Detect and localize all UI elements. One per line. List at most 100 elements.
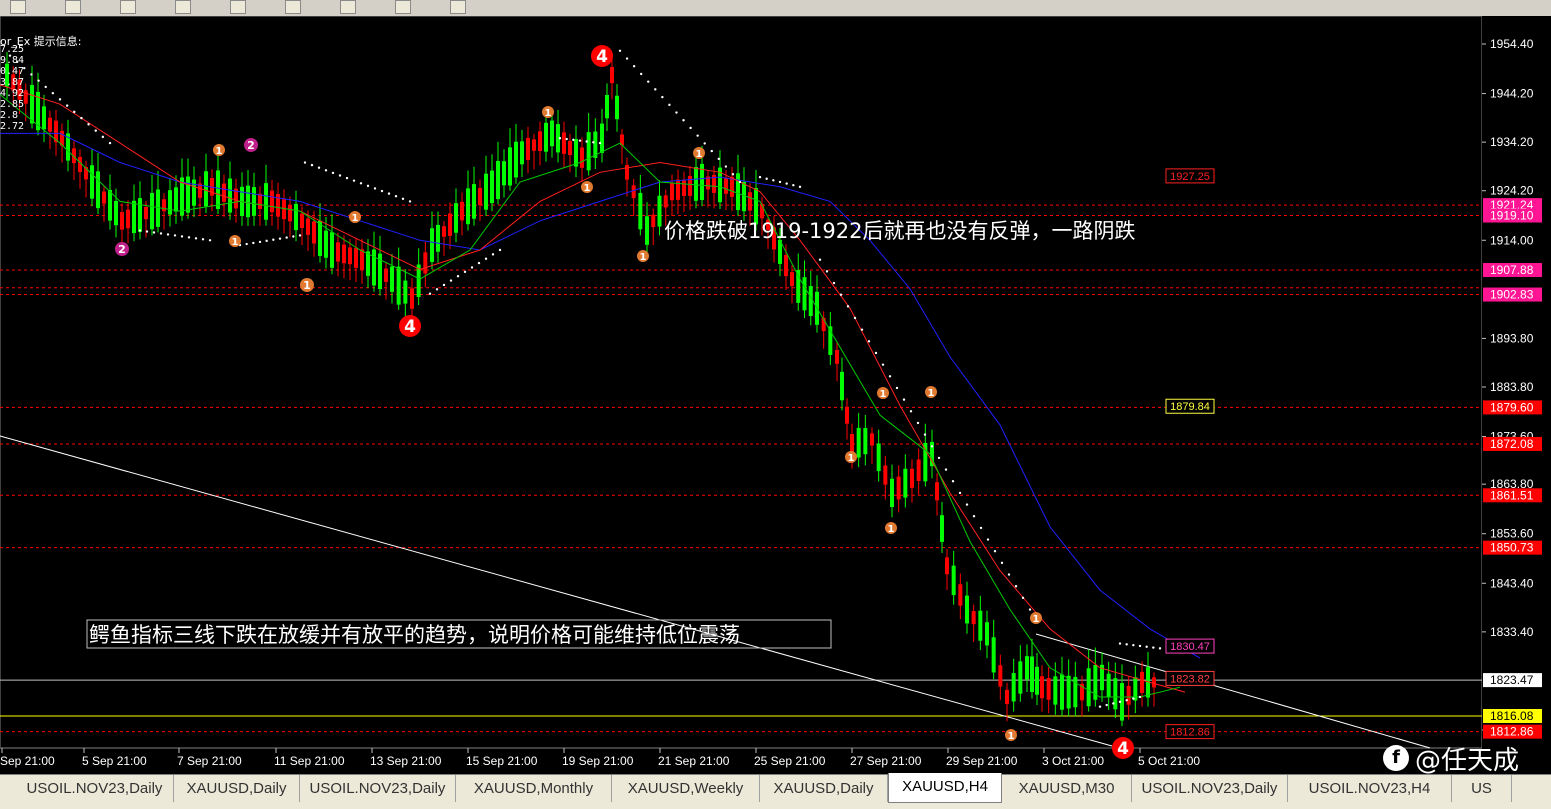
candle-body xyxy=(114,200,118,226)
sar-dot xyxy=(923,433,927,436)
chart-tab[interactable]: XAUUSD,H4 xyxy=(888,773,1002,803)
sar-dot xyxy=(303,161,307,164)
sar-dot xyxy=(201,238,205,241)
candle-body xyxy=(998,665,1003,687)
candle-body xyxy=(562,132,566,154)
price-chart[interactable]: 4 4 4 2 2 1 1 1 1 1 1 1 1 1 1 1 1 1 1 价格跌破1919-1922后就再也没有反弹… xyxy=(0,16,1551,774)
candle-body xyxy=(748,192,752,211)
price-tick: 1883.80 xyxy=(1490,380,1534,394)
period-icon[interactable] xyxy=(230,0,246,14)
sar-dot xyxy=(208,239,212,242)
chart-icon[interactable] xyxy=(10,0,26,14)
grid-icon[interactable] xyxy=(175,0,191,14)
candle-body xyxy=(958,584,963,606)
sar-dot xyxy=(387,192,391,195)
wave-marker-label: 4 xyxy=(404,317,416,337)
sar-dot xyxy=(449,279,453,282)
sar-dot xyxy=(30,73,33,76)
candle-body xyxy=(403,280,408,304)
line-icon[interactable] xyxy=(450,0,466,14)
sar-dot xyxy=(166,233,170,236)
candle-body xyxy=(808,286,813,317)
svg-text:1: 1 xyxy=(640,252,647,263)
candle-body xyxy=(502,161,506,186)
svg-text:1927.25: 1927.25 xyxy=(1170,171,1210,183)
toolbar xyxy=(0,0,1551,17)
zoom-in-icon[interactable] xyxy=(65,0,81,14)
price-tick: 1833.40 xyxy=(1490,625,1534,639)
sar-dot xyxy=(1014,584,1018,588)
svg-text:1830.47: 1830.47 xyxy=(1170,641,1210,653)
sar-dot xyxy=(832,281,836,285)
time-tick: 3 Oct 21:00 xyxy=(1042,754,1104,768)
candle-body xyxy=(965,595,969,624)
arrow-icon[interactable] xyxy=(340,0,356,14)
candle-body xyxy=(342,244,346,264)
candle-body xyxy=(270,190,274,213)
candle-body xyxy=(360,249,364,271)
sar-dot xyxy=(639,72,643,76)
sar-dot xyxy=(944,468,948,471)
indicator-value: 2.8 xyxy=(0,110,19,121)
indicator-value: 4.92 xyxy=(0,88,25,99)
chart-tab[interactable]: XAUUSD,Weekly xyxy=(612,775,760,802)
sar-dot xyxy=(470,266,474,269)
candle-body xyxy=(863,428,868,455)
current-price-label: 1823.47 xyxy=(1490,673,1534,687)
sar-dot xyxy=(860,328,864,331)
candle-body xyxy=(784,254,788,277)
candle-body xyxy=(330,232,334,268)
candle-body xyxy=(120,212,124,230)
template-icon[interactable] xyxy=(285,0,301,14)
chart-tab[interactable]: USOIL.NOV23,Daily xyxy=(16,775,174,802)
sar-dot xyxy=(145,230,149,233)
candle-body xyxy=(625,164,629,180)
sar-dot xyxy=(138,229,142,232)
zoom-out-icon[interactable] xyxy=(120,0,136,14)
chart-tab[interactable]: XAUUSD,Daily xyxy=(760,775,888,802)
chart-tab[interactable]: USOIL.NOV23,Daily xyxy=(1132,775,1288,802)
candle-body xyxy=(466,188,470,225)
chart-tab[interactable]: USOIL.NOV23,H4 xyxy=(1288,775,1452,802)
candle-body xyxy=(1025,656,1029,680)
candle-body xyxy=(90,165,94,199)
chart-tab[interactable]: XAUUSD,Daily xyxy=(174,775,300,802)
candle-body xyxy=(132,200,136,234)
sar-dot xyxy=(958,491,962,495)
candle-body xyxy=(586,132,591,171)
sar-dot xyxy=(778,180,782,184)
candle-body xyxy=(978,610,983,641)
sar-dot xyxy=(647,80,650,83)
candle-body xyxy=(484,173,488,210)
candle-body xyxy=(252,187,256,216)
price-box-label: 1812.86 xyxy=(1165,724,1215,740)
candle-body xyxy=(730,176,734,197)
wave-marker: 4 xyxy=(1112,737,1134,759)
wave-marker: 2 xyxy=(244,138,258,152)
sar-dot xyxy=(972,515,976,518)
candle-body xyxy=(916,459,921,481)
sar-dot xyxy=(373,187,377,190)
sar-dot xyxy=(1138,644,1142,648)
sar-dot xyxy=(1125,699,1128,702)
candle-body xyxy=(150,193,154,230)
chart-tab[interactable]: USOIL.NOV23,Daily xyxy=(300,775,456,802)
chart-tab[interactable]: US xyxy=(1452,775,1512,802)
candle-body xyxy=(896,476,901,500)
watermark-text: @任天成 xyxy=(1415,745,1520,776)
candle-body xyxy=(174,187,178,212)
sar-dot xyxy=(986,538,990,541)
sar-dot xyxy=(345,176,349,180)
candle-body xyxy=(354,247,358,268)
svg-text:1: 1 xyxy=(848,453,855,464)
cursor-icon[interactable] xyxy=(395,0,411,14)
svg-text:1: 1 xyxy=(888,524,895,535)
candle-body xyxy=(192,179,196,206)
sar-dot xyxy=(682,119,685,122)
price-tick: 1924.20 xyxy=(1490,184,1534,198)
chart-tab[interactable]: XAUUSD,M30 xyxy=(1002,775,1132,802)
candle-body xyxy=(538,131,542,151)
time-tick: 11 Sep 21:00 xyxy=(274,754,345,768)
sar-dot xyxy=(675,111,678,114)
chart-tab[interactable]: XAUUSD,Monthly xyxy=(456,775,612,802)
